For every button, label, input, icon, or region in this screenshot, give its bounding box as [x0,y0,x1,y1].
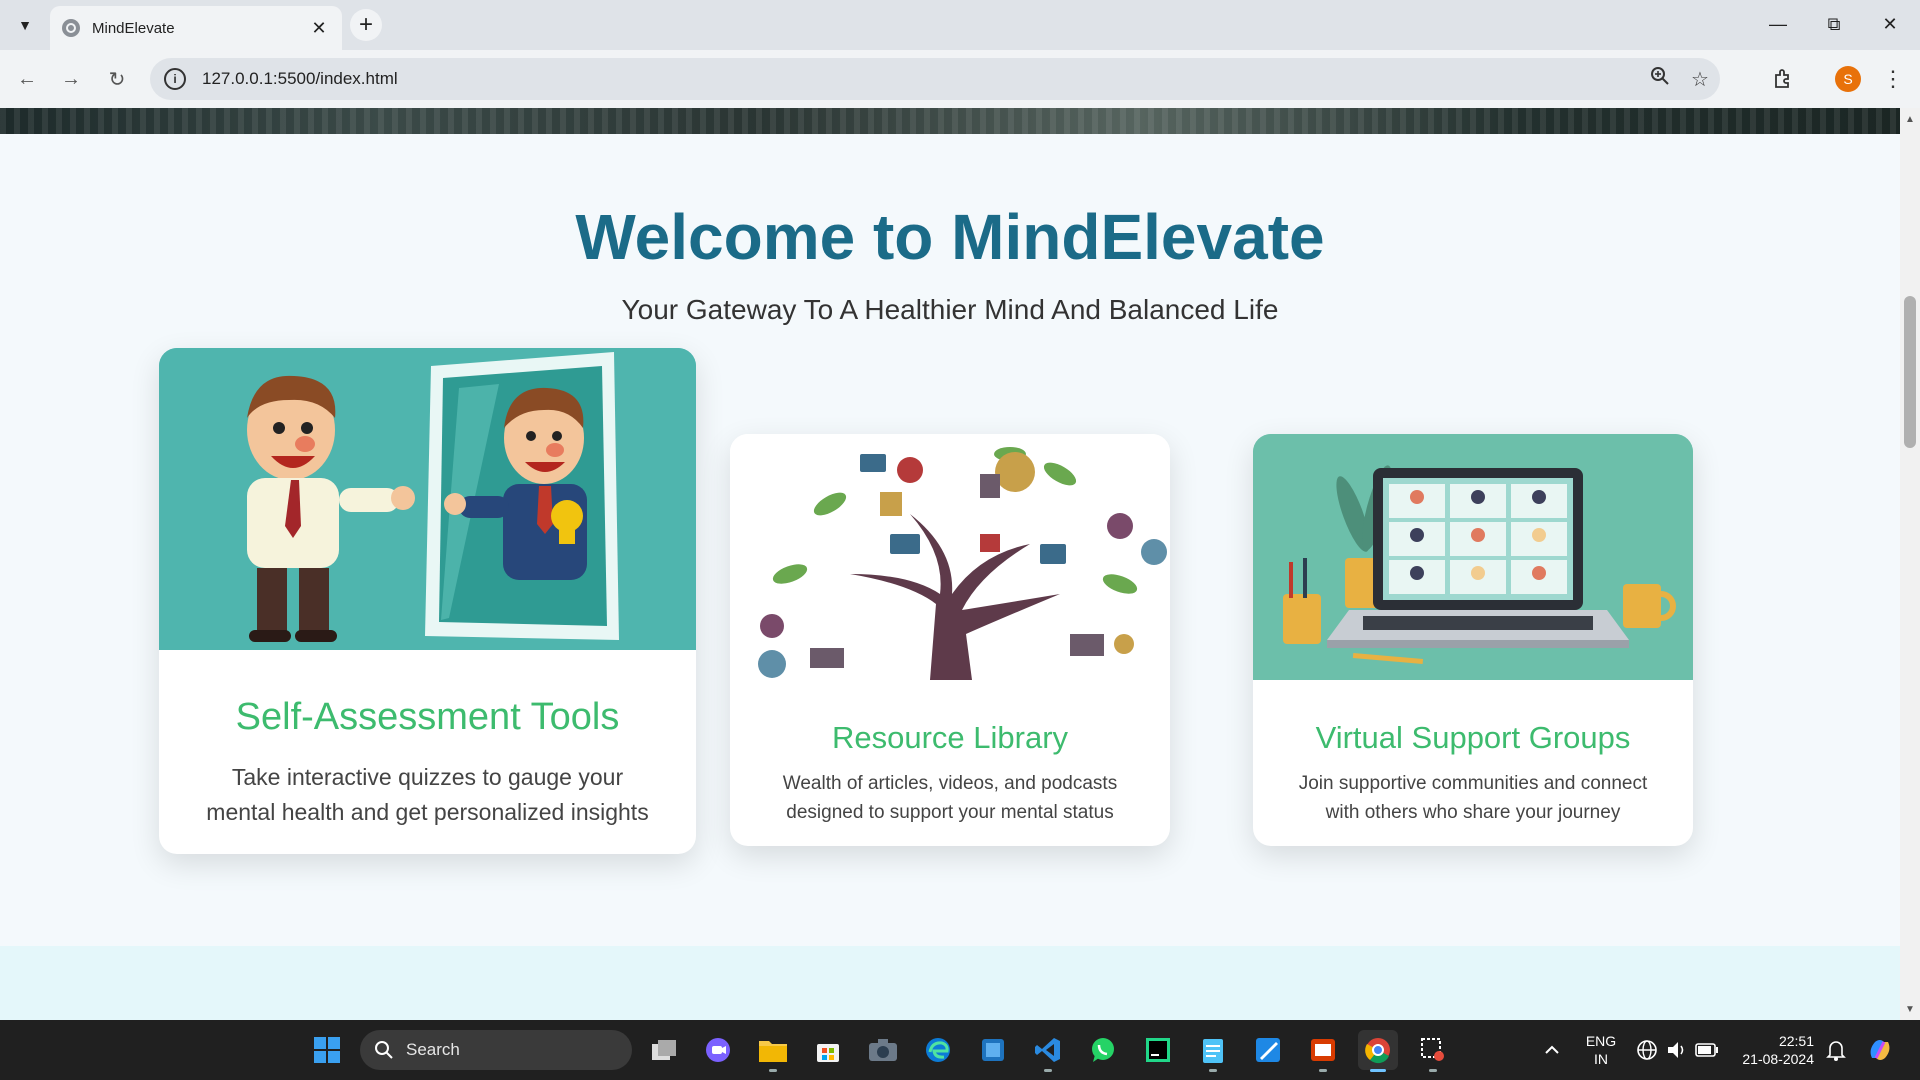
extensions-icon[interactable] [1768,64,1798,94]
start-icon[interactable] [307,1030,347,1070]
clock-date: 21-08-2024 [1742,1051,1814,1067]
scroll-up-arrow-icon[interactable]: ▲ [1900,110,1920,128]
search-placeholder: Search [406,1040,460,1059]
notepad-icon[interactable] [1193,1030,1233,1072]
tab-title: MindElevate [92,19,175,37]
vscode-icon[interactable] [1028,1030,1068,1072]
card-resource-library[interactable]: Resource Library Wealth of articles, vid… [730,434,1170,846]
store-icon[interactable] [808,1030,848,1070]
taskbar-search[interactable]: Search [360,1030,632,1070]
tab-search-chevron-icon[interactable]: ▼ [12,12,38,38]
more-menu-icon[interactable]: ⋮ [1880,64,1906,94]
page-viewport: Welcome to MindElevate Your Gateway To A… [0,108,1900,1020]
browser-tab[interactable]: MindElevate ✕ [50,6,342,50]
windows-taskbar: Search ENG IN 22:51 21-08-2024 [0,1020,1920,1080]
battery-icon[interactable] [1687,1030,1727,1070]
address-bar[interactable]: i 127.0.0.1:5500/index.html ☆ [150,58,1720,100]
search-icon [375,1041,393,1059]
teams-icon[interactable] [698,1030,738,1070]
card-virtual-support[interactable]: Virtual Support Groups Join supportive c… [1253,434,1693,846]
edge-icon[interactable] [918,1030,958,1070]
page-subtitle: Your Gateway To A Healthier Mind And Bal… [621,294,1279,325]
hero-image-strip [0,108,1900,134]
card-description: Take interactive quizzes to gauge your m… [206,764,649,825]
scroll-down-arrow-icon[interactable]: ▼ [1900,1000,1920,1018]
resource-tree-illustration [730,434,1170,680]
url-text[interactable]: 127.0.0.1:5500/index.html [202,69,1640,89]
close-tab-icon[interactable]: ✕ [308,18,330,39]
zoom-icon[interactable] [1640,66,1680,92]
card-description: Join supportive communities and connect … [1298,773,1648,823]
whatsapp-icon[interactable] [1083,1030,1123,1070]
app-icon[interactable] [973,1030,1013,1070]
card-title: Resource Library [831,720,1069,755]
profile-avatar[interactable]: S [1835,66,1861,92]
back-arrow-icon[interactable]: ← [12,64,42,94]
input-language[interactable]: ENG IN [1578,1032,1624,1068]
task-view-icon[interactable] [644,1030,684,1070]
pycharm-icon[interactable] [1138,1030,1178,1070]
new-tab-button[interactable]: + [350,9,382,41]
language-code: ENG [1585,1033,1617,1049]
chrome-icon[interactable] [1358,1030,1398,1072]
clock[interactable]: 22:51 21-08-2024 [1728,1032,1814,1068]
chevron-up-icon[interactable] [1532,1030,1572,1070]
scroll-thumb[interactable] [1904,296,1916,448]
close-window-button[interactable]: ✕ [1868,8,1912,40]
copilot-icon[interactable] [1860,1030,1900,1070]
forward-arrow-icon[interactable]: → [56,64,86,94]
browser-toolbar: ← → ↻ i 127.0.0.1:5500/index.html ☆ S ⋮ [0,50,1920,108]
globe-icon [62,19,80,37]
minimize-button[interactable]: — [1756,8,1800,40]
next-section [0,946,1900,1020]
bookmark-star-icon[interactable]: ☆ [1680,67,1720,92]
file-explorer-icon[interactable] [753,1030,793,1072]
office-icon[interactable] [1303,1030,1343,1072]
clock-time: 22:51 [1778,1033,1814,1049]
browser-tab-bar: ▼ MindElevate ✕ + — ⧉ ✕ [0,0,1920,50]
card-description: Wealth of articles, videos, and podcasts… [782,773,1118,823]
video-call-illustration [1253,434,1693,680]
site-info-icon[interactable]: i [164,68,186,90]
card-self-assessment[interactable]: Self-Assessment Tools Take interactive q… [159,348,696,854]
notifications-icon[interactable] [1816,1030,1856,1070]
snipping-icon[interactable] [1413,1030,1453,1072]
welcome-section: Welcome to MindElevate Your Gateway To A… [0,134,1900,946]
region-code: IN [1594,1051,1608,1067]
card-title: Virtual Support Groups [1315,720,1631,755]
self-assessment-illustration [159,348,696,650]
paint-icon[interactable] [1248,1030,1288,1070]
restore-button[interactable]: ⧉ [1812,8,1856,40]
reload-icon[interactable]: ↻ [102,64,132,94]
page-title: Welcome to MindElevate [575,201,1325,273]
page-scrollbar[interactable]: ▲ ▼ [1900,108,1920,1020]
camera-icon[interactable] [863,1030,903,1070]
card-title: Self-Assessment Tools [235,696,620,738]
